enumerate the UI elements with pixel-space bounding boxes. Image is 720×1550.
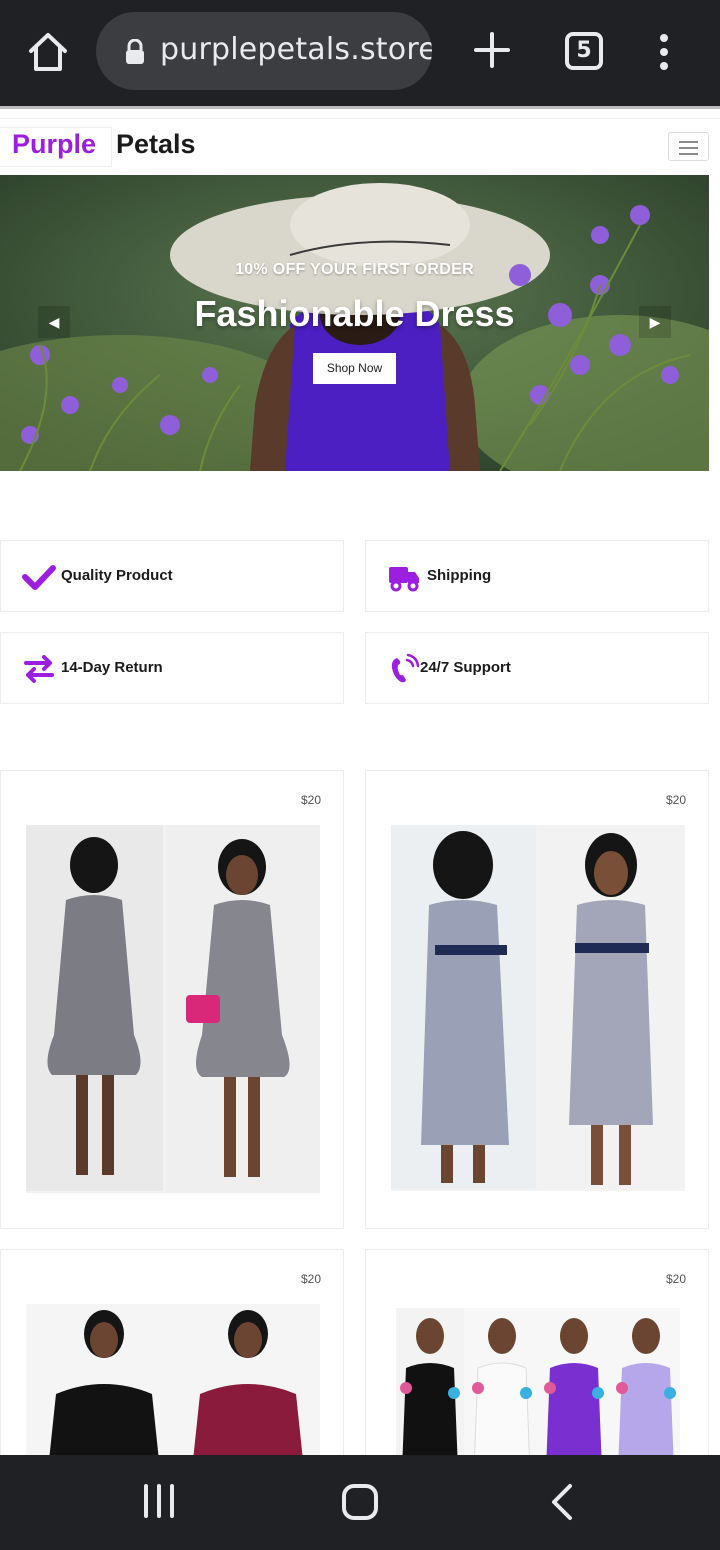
- product-card[interactable]: $20: [365, 770, 709, 1229]
- feature-card-quality: Quality Product: [0, 540, 344, 612]
- browser-toolbar: purplepetals.store 5: [0, 0, 720, 106]
- product-card[interactable]: $20: [365, 1249, 709, 1469]
- more-menu-icon[interactable]: [652, 32, 676, 72]
- hamburger-line: [679, 153, 698, 155]
- site-header: Purple Petals: [0, 118, 720, 174]
- menu-toggle-button[interactable]: [668, 132, 709, 161]
- feature-label: Shipping: [427, 567, 492, 584]
- product-image[interactable]: [396, 1308, 680, 1469]
- exchange-icon: [24, 655, 54, 683]
- feature-label: Quality Product: [61, 567, 173, 584]
- product-price: $20: [300, 1272, 321, 1286]
- hamburger-line: [679, 141, 698, 143]
- system-nav-bar: [0, 1455, 720, 1550]
- back-icon[interactable]: [548, 1483, 574, 1521]
- feature-label: 14-Day Return: [61, 659, 163, 676]
- product-image[interactable]: [26, 1304, 320, 1469]
- recents-icon[interactable]: [142, 1483, 176, 1519]
- feature-card-return: 14-Day Return: [0, 632, 344, 704]
- shop-now-button[interactable]: Shop Now: [313, 353, 396, 384]
- product-price: $20: [665, 1272, 686, 1286]
- product-price: $20: [300, 793, 321, 807]
- phone-icon: [391, 653, 420, 683]
- check-icon: [22, 565, 56, 590]
- feature-card-shipping: Shipping: [365, 540, 709, 612]
- logo-brand-second[interactable]: Petals: [116, 129, 196, 160]
- home-nav-icon[interactable]: [341, 1483, 379, 1521]
- lock-icon: [126, 39, 144, 64]
- hamburger-line: [679, 147, 698, 149]
- product-card[interactable]: $20: [0, 770, 344, 1229]
- product-image[interactable]: [391, 825, 685, 1191]
- hero-carousel: ◀ ▶ 10% OFF YOUR FIRST ORDER Fashionable…: [0, 175, 709, 471]
- truck-icon: [389, 567, 419, 592]
- product-price: $20: [665, 793, 686, 807]
- feature-card-support: 24/7 Support: [365, 632, 709, 704]
- product-card[interactable]: $20: [0, 1249, 344, 1469]
- address-bar[interactable]: purplepetals.store: [96, 12, 432, 90]
- url-text: purplepetals.store: [160, 32, 432, 67]
- home-icon[interactable]: [26, 30, 70, 74]
- toolbar-divider: [0, 106, 720, 109]
- hero-title: Fashionable Dress: [194, 293, 515, 334]
- new-tab-icon[interactable]: [472, 30, 512, 70]
- product-image[interactable]: [26, 825, 320, 1193]
- tab-switcher-button[interactable]: 5: [565, 32, 603, 70]
- hero-subtitle: 10% OFF YOUR FIRST ORDER: [235, 261, 474, 278]
- feature-label: 24/7 Support: [420, 659, 511, 676]
- logo-brand-first[interactable]: Purple: [12, 129, 96, 160]
